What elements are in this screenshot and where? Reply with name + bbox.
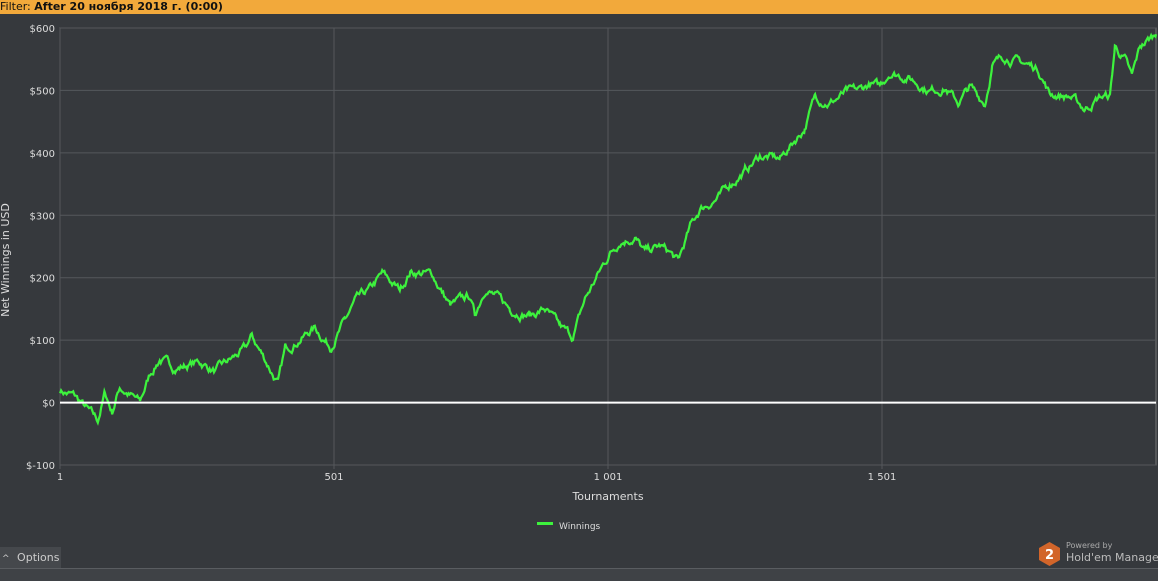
legend-label: Winnings xyxy=(559,522,601,532)
y-tick-label: $600 xyxy=(30,24,55,35)
options-button[interactable]: ^ Options xyxy=(0,547,61,568)
filter-label: Filter: xyxy=(0,0,31,13)
x-tick-label: 1 xyxy=(57,472,63,483)
options-label: Options xyxy=(17,551,60,564)
y-tick-label: $300 xyxy=(30,211,55,222)
y-tick-label: $200 xyxy=(30,274,55,285)
x-tick-label: 1 501 xyxy=(868,472,897,483)
y-tick-label: $100 xyxy=(30,336,55,347)
legend-swatch xyxy=(537,522,553,525)
x-tick-label: 501 xyxy=(324,472,343,483)
chevron-up-icon: ^ xyxy=(2,554,10,564)
y-axis-label: Net Winnings in USD xyxy=(0,203,12,317)
brand-name: Hold'em Manager xyxy=(1066,551,1158,564)
y-tick-label: $0 xyxy=(42,399,55,410)
y-tick-label: $400 xyxy=(30,149,55,160)
hem-logo-icon: 2 xyxy=(1039,542,1060,566)
powered-by-logo: 2 Powered by Hold'em Manager xyxy=(1038,540,1158,570)
y-tick-label: $500 xyxy=(30,86,55,97)
powered-by-text: Powered by xyxy=(1066,541,1113,550)
x-axis-label: Tournaments xyxy=(571,490,643,503)
bottom-toolbar xyxy=(0,568,1158,581)
y-tick-label: $-100 xyxy=(26,461,55,472)
x-tick-label: 1 001 xyxy=(594,472,623,483)
filter-value: After 20 ноября 2018 г. (0:00) xyxy=(34,0,223,13)
svg-text:2: 2 xyxy=(1045,548,1054,563)
winnings-chart: $-100 $0 $100 $200 $300 $400 $500 $600 1 501 1 00… xyxy=(0,24,1158,532)
legend-item-winnings[interactable]: Winnings xyxy=(537,522,601,532)
filter-bar[interactable]: Filter: After 20 ноября 2018 г. (0:00) xyxy=(0,0,1158,14)
